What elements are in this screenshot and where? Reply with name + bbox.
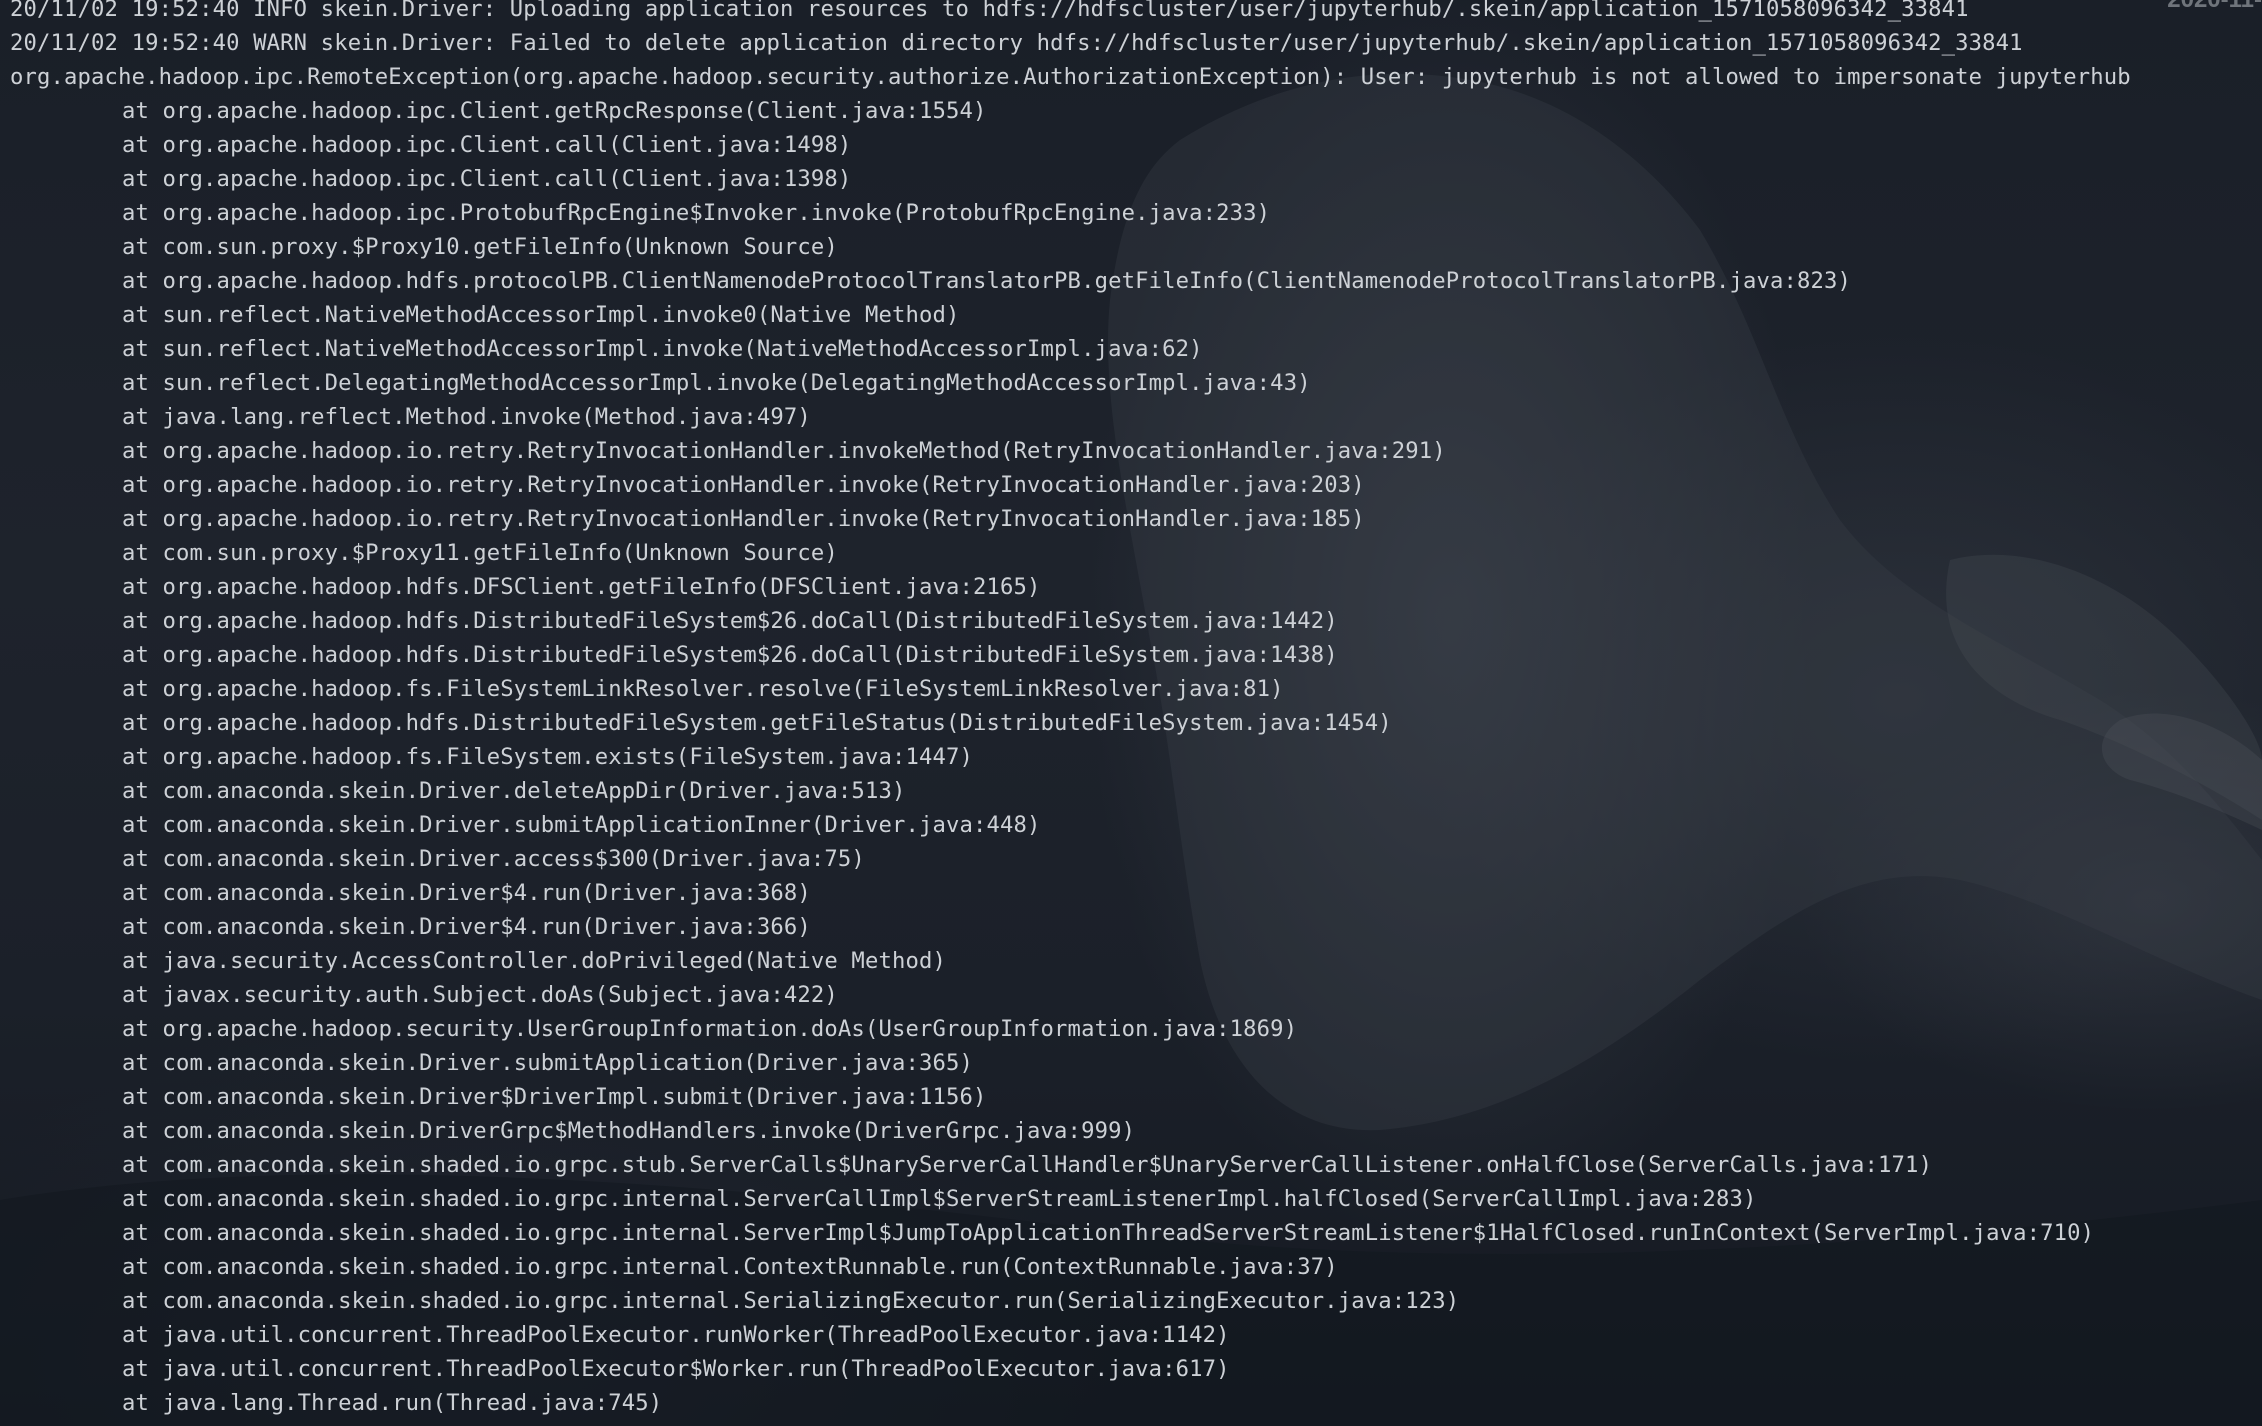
stack-frame-line: at com.anaconda.skein.shaded.io.grpc.int… bbox=[122, 1220, 2095, 1246]
stack-frame-line: at com.anaconda.skein.DriverGrpc$MethodH… bbox=[122, 1118, 1136, 1144]
stack-frame-line: at sun.reflect.DelegatingMethodAccessorI… bbox=[122, 370, 1311, 396]
stack-frame-line: at com.anaconda.skein.Driver.access$300(… bbox=[122, 846, 865, 872]
stack-trace: at org.apache.hadoop.ipc.Client.getRpcRe… bbox=[10, 94, 2131, 1420]
log-line-warn: 20/11/02 19:52:40 WARN skein.Driver: Fai… bbox=[10, 30, 2023, 56]
stack-frame-line: at com.sun.proxy.$Proxy11.getFileInfo(Un… bbox=[122, 540, 838, 566]
stack-frame-line: at javax.security.auth.Subject.doAs(Subj… bbox=[122, 982, 838, 1008]
stack-frame-line: at org.apache.hadoop.hdfs.DistributedFil… bbox=[122, 608, 1338, 634]
stack-frame-line: at com.anaconda.skein.Driver$4.run(Drive… bbox=[122, 880, 811, 906]
stack-frame-line: at org.apache.hadoop.hdfs.DistributedFil… bbox=[122, 710, 1392, 736]
stack-frame-line: at com.anaconda.skein.Driver.deleteAppDi… bbox=[122, 778, 906, 804]
stack-frame-line: at org.apache.hadoop.security.UserGroupI… bbox=[122, 1016, 1298, 1042]
stack-frame-line: at java.lang.Thread.run(Thread.java:745) bbox=[122, 1390, 663, 1416]
stack-frame-line: at org.apache.hadoop.fs.FileSystem.exist… bbox=[122, 744, 974, 770]
stack-frame-line: at org.apache.hadoop.hdfs.protocolPB.Cli… bbox=[122, 268, 1852, 294]
stack-frame-line: at org.apache.hadoop.hdfs.DistributedFil… bbox=[122, 642, 1338, 668]
stack-frame-line: at sun.reflect.NativeMethodAccessorImpl.… bbox=[122, 336, 1203, 362]
stack-frame-line: at com.anaconda.skein.Driver$4.run(Drive… bbox=[122, 914, 811, 940]
terminal-output[interactable]: 20/11/02 19:52:40 INFO skein.Driver: Upl… bbox=[10, 0, 2131, 1420]
stack-frame-line: at org.apache.hadoop.hdfs.DFSClient.getF… bbox=[122, 574, 1041, 600]
stack-frame-line: at org.apache.hadoop.io.retry.RetryInvoc… bbox=[122, 438, 1446, 464]
stack-frame-line: at org.apache.hadoop.fs.FileSystemLinkRe… bbox=[122, 676, 1284, 702]
stack-frame-line: at java.util.concurrent.ThreadPoolExecut… bbox=[122, 1322, 1230, 1348]
stack-frame-line: at com.anaconda.skein.Driver.submitAppli… bbox=[122, 1050, 974, 1076]
stack-frame-line: at com.anaconda.skein.Driver.submitAppli… bbox=[122, 812, 1041, 838]
stack-frame-line: at com.sun.proxy.$Proxy10.getFileInfo(Un… bbox=[122, 234, 838, 260]
stack-frame-line: at com.anaconda.skein.shaded.io.grpc.int… bbox=[122, 1254, 1338, 1280]
clock-fragment: 2020-11- bbox=[2167, 0, 2262, 14]
stack-frame-line: at com.anaconda.skein.Driver$DriverImpl.… bbox=[122, 1084, 987, 1110]
stack-frame-line: at java.security.AccessController.doPriv… bbox=[122, 948, 946, 974]
log-line-info: 20/11/02 19:52:40 INFO skein.Driver: Upl… bbox=[10, 0, 1969, 22]
stack-frame-line: at org.apache.hadoop.ipc.Client.call(Cli… bbox=[122, 132, 852, 158]
terminal-window[interactable]: 20/11/02 19:52:40 INFO skein.Driver: Upl… bbox=[0, 0, 2262, 1426]
stack-frame-line: at com.anaconda.skein.shaded.io.grpc.int… bbox=[122, 1186, 1757, 1212]
stack-frame-line: at org.apache.hadoop.io.retry.RetryInvoc… bbox=[122, 506, 1365, 532]
log-line-exception: org.apache.hadoop.ipc.RemoteException(or… bbox=[10, 64, 2131, 90]
stack-frame-line: at org.apache.hadoop.io.retry.RetryInvoc… bbox=[122, 472, 1365, 498]
stack-frame-line: at java.lang.reflect.Method.invoke(Metho… bbox=[122, 404, 811, 430]
stack-frame-line: at org.apache.hadoop.ipc.Client.getRpcRe… bbox=[122, 98, 987, 124]
stack-frame-line: at sun.reflect.NativeMethodAccessorImpl.… bbox=[122, 302, 960, 328]
stack-frame-line: at com.anaconda.skein.shaded.io.grpc.int… bbox=[122, 1288, 1460, 1314]
stack-frame-line: at org.apache.hadoop.ipc.ProtobufRpcEngi… bbox=[122, 200, 1271, 226]
stack-frame-line: at java.util.concurrent.ThreadPoolExecut… bbox=[122, 1356, 1230, 1382]
stack-frame-line: at org.apache.hadoop.ipc.Client.call(Cli… bbox=[122, 166, 852, 192]
stack-frame-line: at com.anaconda.skein.shaded.io.grpc.stu… bbox=[122, 1152, 1933, 1178]
